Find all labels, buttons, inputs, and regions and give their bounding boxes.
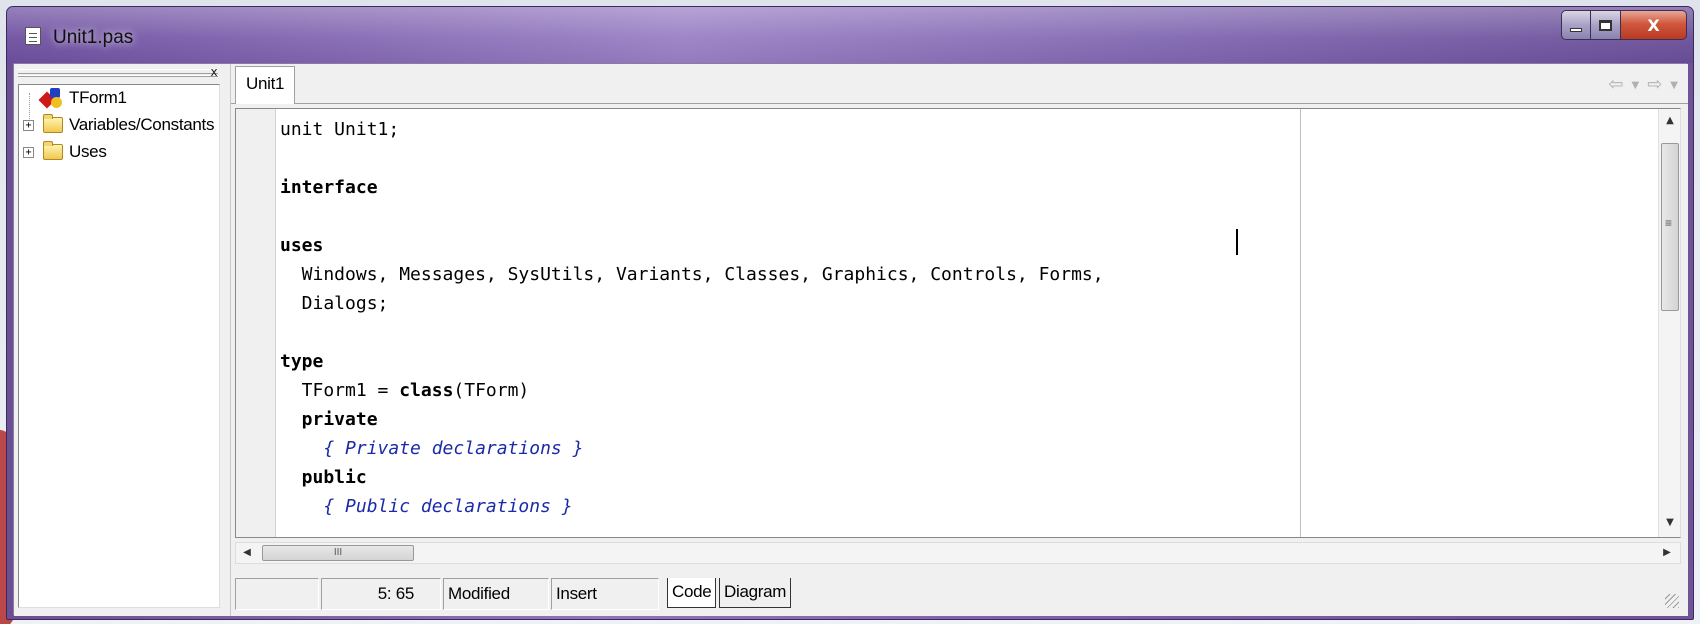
form-icon xyxy=(38,88,63,109)
status-bar: 5: 65 Modified Insert Code Diagram xyxy=(235,578,1681,610)
vertical-scrollbar[interactable]: ▲ ▼ xyxy=(1658,109,1680,537)
text-caret xyxy=(1236,229,1238,255)
folder-icon xyxy=(43,114,63,133)
code-comment: { Public declarations } xyxy=(280,496,573,517)
explorer-tree[interactable]: TForm1 + Variables/Constants + Uses xyxy=(18,84,220,608)
tree-item-variables-constants[interactable]: + Variables/Constants xyxy=(19,112,214,138)
maximize-icon xyxy=(1599,19,1612,31)
code-editor[interactable]: unit Unit1; interface uses Windows, Mess… xyxy=(235,108,1681,538)
code-keyword: class xyxy=(399,380,454,401)
code-line[interactable]: TForm1 = class(TForm) xyxy=(280,376,1650,405)
insert-mode-indicator: Insert xyxy=(551,578,659,610)
code-line[interactable]: Dialogs; xyxy=(280,289,1650,318)
view-tabs: Code Diagram xyxy=(665,578,805,610)
tab-unit1[interactable]: Unit1 xyxy=(235,66,296,104)
back-arrow-icon[interactable]: ⇦ xyxy=(1608,74,1623,95)
code-token: Windows, Messages, SysUtils, Variants, C… xyxy=(280,264,1104,285)
code-line[interactable] xyxy=(280,318,1650,347)
code-token: unit Unit1; xyxy=(280,119,400,140)
status-blank-cell xyxy=(235,578,319,610)
vertical-scroll-thumb[interactable] xyxy=(1661,143,1679,311)
tree-item-label: TForm1 xyxy=(69,88,127,107)
editor-panel: Unit1 ⇦ ▼ ⇨ ▼ unit Unit1; interface uses… xyxy=(230,64,1688,616)
close-button[interactable]: X xyxy=(1621,10,1687,40)
code-line[interactable]: Windows, Messages, SysUtils, Variants, C… xyxy=(280,260,1650,289)
tree-item-uses[interactable]: + Uses xyxy=(19,139,107,165)
modified-indicator: Modified xyxy=(443,578,549,610)
code-explorer-panel: x TForm1 + Variables/Constants + Uses xyxy=(14,64,230,616)
code-token: (TForm) xyxy=(453,380,530,401)
code-line[interactable]: interface xyxy=(280,173,1650,202)
code-keyword: interface xyxy=(280,177,378,198)
scroll-up-icon[interactable]: ▲ xyxy=(1659,111,1680,131)
caption-buttons: X xyxy=(1561,10,1687,40)
forward-arrow-icon[interactable]: ⇨ xyxy=(1647,74,1662,95)
folder-icon xyxy=(43,141,63,160)
maximize-button[interactable] xyxy=(1591,10,1621,40)
cursor-position: 5: 65 xyxy=(321,578,441,610)
code-line[interactable]: uses xyxy=(280,231,1650,260)
scroll-right-icon[interactable]: ▶ xyxy=(1656,543,1678,563)
code-keyword: private xyxy=(280,409,378,430)
close-icon: X xyxy=(1647,15,1660,35)
minimize-button[interactable] xyxy=(1561,10,1591,40)
client-area: x TForm1 + Variables/Constants + Uses Un… xyxy=(13,63,1688,616)
tab-diagram[interactable]: Diagram xyxy=(719,578,792,608)
code-token: TForm1 = xyxy=(280,380,400,401)
explorer-close-icon[interactable]: x xyxy=(208,66,220,78)
code-line[interactable] xyxy=(280,202,1650,231)
document-icon xyxy=(25,27,41,45)
tab-code[interactable]: Code xyxy=(667,578,717,608)
code-token: Dialogs; xyxy=(280,293,389,314)
tree-item-label: Variables/Constants xyxy=(69,115,215,134)
back-dropdown-icon[interactable]: ▼ xyxy=(1632,80,1640,95)
code-line[interactable]: public xyxy=(280,463,1650,492)
horizontal-scroll-thumb[interactable]: III xyxy=(262,545,414,561)
expand-icon[interactable]: + xyxy=(23,119,34,131)
navigation-buttons: ⇦ ▼ ⇨ ▼ xyxy=(1608,74,1678,95)
code-line[interactable] xyxy=(280,144,1650,173)
code-line[interactable]: { Public declarations } xyxy=(280,492,1650,521)
title-bar[interactable]: Unit1.pas X xyxy=(7,7,1693,63)
editor-window: Unit1.pas X x TForm1 + Variables/Constan… xyxy=(6,6,1694,620)
window-title: Unit1.pas xyxy=(53,27,134,48)
code-text[interactable]: unit Unit1; interface uses Windows, Mess… xyxy=(280,115,1650,537)
scroll-left-icon[interactable]: ◀ xyxy=(236,543,258,563)
minimize-icon xyxy=(1570,28,1582,32)
editor-tab-bar: Unit1 ⇦ ▼ ⇨ ▼ xyxy=(231,64,1688,104)
code-keyword: type xyxy=(280,351,324,372)
horizontal-scrollbar[interactable]: ◀ III ▶ xyxy=(235,542,1681,564)
code-line[interactable]: type xyxy=(280,347,1650,376)
tree-item-label: Uses xyxy=(69,142,107,161)
tree-item-tform1[interactable]: TForm1 xyxy=(19,85,127,111)
code-comment: { Private declarations } xyxy=(280,438,584,459)
code-keyword: uses xyxy=(280,235,324,256)
code-line[interactable]: { Private declarations } xyxy=(280,434,1650,463)
scroll-down-icon[interactable]: ▼ xyxy=(1659,513,1680,533)
resize-grip-icon[interactable] xyxy=(1665,594,1679,608)
code-line[interactable]: unit Unit1; xyxy=(280,115,1650,144)
editor-gutter[interactable] xyxy=(236,109,276,537)
expand-icon[interactable]: + xyxy=(23,146,34,158)
code-line[interactable]: private xyxy=(280,405,1650,434)
code-keyword: public xyxy=(280,467,367,488)
forward-dropdown-icon[interactable]: ▼ xyxy=(1670,80,1678,95)
panel-grip[interactable] xyxy=(18,69,218,77)
